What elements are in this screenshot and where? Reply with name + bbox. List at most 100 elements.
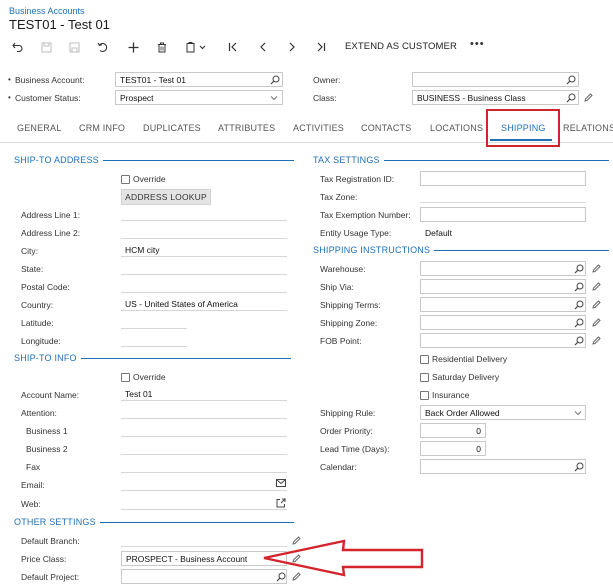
ship-via-label: Ship Via: [320,282,354,292]
web-field[interactable] [121,496,287,510]
chevron-down-icon[interactable] [574,409,582,417]
longitude-label: Longitude: [21,336,61,346]
breadcrumb[interactable]: Business Accounts [9,6,85,16]
edit-pencil-icon[interactable] [592,282,601,291]
order-priority-label: Order Priority: [320,426,373,436]
fax-field[interactable] [121,459,287,473]
page-title: TEST01 - Test 01 [9,17,110,32]
mail-icon[interactable] [276,479,286,487]
delete-icon[interactable] [155,40,169,54]
search-icon[interactable] [574,462,584,472]
add-icon[interactable] [126,40,140,54]
address-line1-label: Address Line 1: [21,210,81,220]
fob-point-field[interactable] [420,333,586,348]
address-line1-field[interactable] [121,207,287,221]
search-icon[interactable] [574,264,584,274]
calendar-label: Calendar: [320,462,357,472]
lead-time-label: Lead Time (Days): [320,444,390,454]
override-label: Override [133,174,166,184]
customer-status-select[interactable]: Prospect [115,90,283,105]
tab-activities[interactable]: ACTIVITIES [293,123,344,133]
country-field[interactable]: US - United States of America [121,297,287,311]
tab-general[interactable]: GENERAL [17,123,61,133]
shipping-terms-field[interactable] [420,297,586,312]
ship-via-field[interactable] [420,279,586,294]
edit-pencil-icon[interactable] [592,336,601,345]
extend-as-customer-button[interactable]: EXTEND AS CUSTOMER [345,41,457,52]
search-icon[interactable] [270,75,280,85]
calendar-field[interactable] [420,459,586,474]
tab-locations[interactable]: LOCATIONS [430,123,483,133]
section-ship-to-address: SHIP-TO ADDRESS [14,155,294,165]
copy-paste-icon[interactable] [184,40,210,54]
address-lookup-button[interactable]: ADDRESS LOOKUP [121,189,211,205]
override-label: Override [133,372,166,382]
residential-delivery-checkbox[interactable] [420,355,429,364]
latitude-field[interactable] [121,315,187,329]
longitude-field[interactable] [121,333,187,347]
business2-field[interactable] [121,441,287,455]
tax-registration-field[interactable] [420,171,586,186]
last-record-icon[interactable] [314,40,328,54]
email-field[interactable] [121,477,287,491]
city-field[interactable]: HCM city [121,243,287,257]
edit-pencil-icon[interactable] [584,93,593,102]
default-project-label: Default Project: [21,572,80,582]
residential-delivery-label: Residential Delivery [432,354,508,364]
insurance-checkbox[interactable] [420,391,429,400]
tax-registration-label: Tax Registration ID: [320,174,395,184]
edit-pencil-icon[interactable] [592,264,601,273]
business-account-field[interactable]: TEST01 - Test 01 [115,72,283,87]
owner-field[interactable] [412,72,579,87]
saturday-delivery-checkbox[interactable] [420,373,429,382]
fob-point-label: FOB Point: [320,336,362,346]
shipping-rule-select[interactable]: Back Order Allowed [420,405,586,420]
business1-label: Business 1 [26,426,68,436]
more-actions-button[interactable]: ••• [470,38,485,50]
search-icon[interactable] [574,282,584,292]
next-record-icon[interactable] [285,40,299,54]
business1-field[interactable] [121,423,287,437]
external-link-icon[interactable] [276,498,286,508]
search-icon[interactable] [566,75,576,85]
ship-info-override-checkbox[interactable] [121,373,130,382]
section-shipping-instructions: SHIPPING INSTRUCTIONS [313,245,609,255]
save-icon[interactable] [67,40,81,54]
search-icon[interactable] [574,318,584,328]
attention-field[interactable] [121,405,287,419]
tab-duplicates[interactable]: DUPLICATES [143,123,201,133]
tab-attributes[interactable]: ATTRIBUTES [218,123,275,133]
state-label: State: [21,264,44,274]
shipping-zone-field[interactable] [420,315,586,330]
warehouse-field[interactable] [420,261,586,276]
postal-code-field[interactable] [121,279,287,293]
section-tax-settings: TAX SETTINGS [313,155,609,165]
order-priority-field[interactable]: 0 [420,423,486,438]
tab-relations[interactable]: RELATIONS [563,123,613,133]
tab-contacts[interactable]: CONTACTS [361,123,411,133]
state-field[interactable] [121,261,287,275]
search-icon[interactable] [574,300,584,310]
first-record-icon[interactable] [226,40,240,54]
undo-icon[interactable] [10,40,24,54]
save-and-close-icon[interactable] [39,40,53,54]
address-line2-field[interactable] [121,225,287,239]
chevron-down-icon[interactable] [270,94,278,102]
lead-time-field[interactable]: 0 [420,441,486,456]
ship-address-override-checkbox[interactable] [121,175,130,184]
edit-pencil-icon[interactable] [592,318,601,327]
customer-status-label: Customer Status: [15,93,81,103]
search-icon[interactable] [574,336,584,346]
tax-exemption-field[interactable] [420,207,586,222]
edit-pencil-icon[interactable] [592,300,601,309]
search-icon[interactable] [566,93,576,103]
previous-record-icon[interactable] [256,40,270,54]
class-field[interactable]: BUSINESS - Business Class [412,90,579,105]
account-name-field[interactable]: Test 01 [121,387,287,401]
class-label: Class: [313,93,337,103]
tab-crm-info[interactable]: CRM INFO [79,123,125,133]
tax-zone-label: Tax Zone: [320,192,358,202]
saturday-delivery-label: Saturday Delivery [432,372,500,382]
cancel-icon[interactable] [96,40,110,54]
tax-zone-field[interactable] [420,189,586,203]
